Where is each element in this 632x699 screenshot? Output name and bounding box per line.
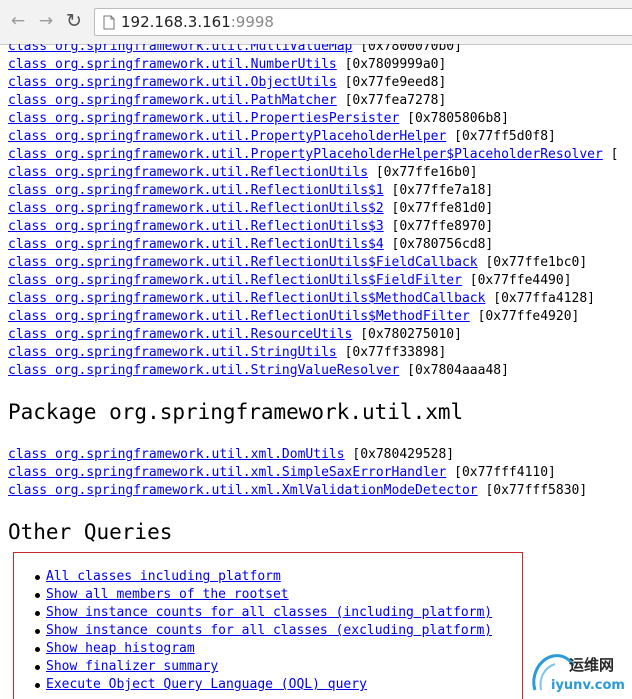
class-link[interactable]: class org.springframework.util.ObjectUti… (8, 75, 337, 90)
list-bullet (35, 665, 40, 670)
xml-class-link[interactable]: class org.springframework.util.xml.XmlVa… (8, 483, 478, 498)
watermark-line1: 运维网 (569, 656, 615, 674)
xml-class-address: [0x77fff5830] (485, 483, 588, 498)
class-row: class org.springframework.util.Reflectio… (8, 200, 493, 218)
class-address: [0x77ffe4490] (469, 273, 572, 288)
watermark-line2: iyunv.com (551, 678, 625, 693)
class-link[interactable]: class org.springframework.util.Reflectio… (8, 219, 384, 234)
class-address: [0x7804aaa48] (407, 363, 509, 378)
class-link[interactable]: class org.springframework.util.NumberUti… (8, 57, 337, 72)
class-row: class org.springframework.util.MultiValu… (8, 44, 462, 56)
class-row: class org.springframework.util.Reflectio… (8, 272, 572, 290)
back-icon[interactable]: ← (6, 9, 30, 33)
list-bullet (35, 575, 40, 580)
xml-class-address: [0x77fff4110] (454, 465, 556, 480)
class-row: class org.springframework.util.NumberUti… (8, 56, 446, 74)
class-address: [0x77fea7278] (344, 93, 447, 108)
class-link[interactable]: class org.springframework.util.PropertyP… (8, 147, 603, 162)
query-link[interactable]: Show finalizer summary (46, 658, 218, 676)
list-bullet (35, 629, 40, 634)
class-link[interactable]: class org.springframework.util.Reflectio… (8, 309, 470, 324)
class-address: [0x77fe9eed8] (344, 75, 447, 90)
watermark: 运维网 iyunv.com (527, 648, 632, 699)
class-link[interactable]: class org.springframework.util.Reflectio… (8, 273, 462, 288)
class-address: [0x780275010] (360, 327, 462, 342)
page-content: class org.springframework.util.MultiValu… (0, 44, 632, 699)
xml-class-row: class org.springframework.util.xml.DomUt… (8, 446, 454, 464)
class-row: class org.springframework.util.PathMatch… (8, 92, 446, 110)
page-icon (103, 15, 115, 30)
class-address: [ (610, 147, 619, 162)
class-link[interactable]: class org.springframework.util.Reflectio… (8, 291, 485, 306)
class-link[interactable]: class org.springframework.util.Reflectio… (8, 183, 384, 198)
query-link[interactable]: Show heap histogram (46, 640, 195, 658)
query-link[interactable]: Show instance counts for all classes (in… (46, 604, 492, 622)
class-row: class org.springframework.util.Reflectio… (8, 218, 493, 236)
list-bullet (35, 593, 40, 598)
reload-icon[interactable]: ↻ (62, 9, 86, 33)
forward-icon[interactable]: → (34, 9, 58, 33)
class-address: [0x780756cd8] (391, 237, 494, 252)
class-row: class org.springframework.util.PropertyP… (8, 128, 556, 146)
class-address: [0x77ffe7a18] (391, 183, 494, 198)
class-link[interactable]: class org.springframework.util.StringUti… (8, 345, 337, 360)
class-address: [0x7809999a0] (344, 57, 447, 72)
class-address: [0x77ffe81d0] (391, 201, 494, 216)
class-row: class org.springframework.util.Reflectio… (8, 308, 579, 326)
class-link[interactable]: class org.springframework.util.Propertie… (8, 111, 399, 126)
browser-toolbar: ← → ↻ 192.168.3.161:9998 (0, 0, 632, 45)
class-address: [0x77ff5d0f8] (454, 129, 556, 144)
url-text: 192.168.3.161:9998 (121, 13, 274, 31)
xml-class-row: class org.springframework.util.xml.Simpl… (8, 464, 556, 482)
class-link[interactable]: class org.springframework.util.PathMatch… (8, 93, 337, 108)
xml-class-row: class org.springframework.util.xml.XmlVa… (8, 482, 587, 500)
class-link[interactable]: class org.springframework.util.Reflectio… (8, 255, 478, 270)
class-row: class org.springframework.util.Propertie… (8, 110, 509, 128)
class-address: [0x77ffe8970] (391, 219, 494, 234)
list-bullet (35, 611, 40, 616)
class-row: class org.springframework.util.Reflectio… (8, 164, 478, 182)
other-queries-heading: Other Queries (8, 520, 173, 544)
class-address: [0x77ff33898] (344, 345, 447, 360)
address-bar[interactable]: 192.168.3.161:9998 (94, 8, 632, 36)
class-link[interactable]: class org.springframework.util.PropertyP… (8, 129, 446, 144)
class-address: [0x77ffe1bc0] (485, 255, 588, 270)
package-heading: Package org.springframework.util.xml (8, 400, 464, 424)
class-row: class org.springframework.util.Reflectio… (8, 254, 587, 272)
xml-class-link[interactable]: class org.springframework.util.xml.Simpl… (8, 465, 446, 480)
class-address: [0x77ffe4920] (477, 309, 580, 324)
class-row: class org.springframework.util.ResourceU… (8, 326, 462, 344)
xml-class-address: [0x780429528] (352, 447, 455, 462)
list-bullet (35, 683, 40, 688)
list-bullet (35, 647, 40, 652)
query-link[interactable]: Execute Object Query Language (OQL) quer… (46, 676, 367, 694)
class-row: class org.springframework.util.StringVal… (8, 362, 509, 380)
class-link[interactable]: class org.springframework.util.Reflectio… (8, 237, 384, 252)
class-address: [0x7800070b0] (360, 44, 462, 54)
url-port: :9998 (230, 13, 274, 31)
class-row: class org.springframework.util.Reflectio… (8, 290, 595, 308)
class-row: class org.springframework.util.ObjectUti… (8, 74, 446, 92)
class-row: class org.springframework.util.Reflectio… (8, 236, 493, 254)
xml-class-link[interactable]: class org.springframework.util.xml.DomUt… (8, 447, 345, 462)
class-address: [0x77ffe16b0] (375, 165, 478, 180)
class-row: class org.springframework.util.Reflectio… (8, 182, 493, 200)
class-link[interactable]: class org.springframework.util.Reflectio… (8, 165, 368, 180)
query-link[interactable]: Show all members of the rootset (46, 586, 289, 604)
url-host: 192.168.3.161 (121, 13, 231, 31)
class-row: class org.springframework.util.StringUti… (8, 344, 446, 362)
query-link[interactable]: All classes including platform (46, 568, 281, 586)
class-link[interactable]: class org.springframework.util.Reflectio… (8, 201, 384, 216)
class-row: class org.springframework.util.PropertyP… (8, 146, 618, 164)
class-address: [0x77ffa4128] (493, 291, 596, 306)
query-link[interactable]: Show instance counts for all classes (ex… (46, 622, 492, 640)
class-address: [0x7805806b8] (407, 111, 509, 126)
other-queries-box: All classes including platform Show all m… (13, 552, 523, 699)
class-link[interactable]: class org.springframework.util.ResourceU… (8, 327, 352, 342)
class-link[interactable]: class org.springframework.util.MultiValu… (8, 44, 352, 54)
class-link[interactable]: class org.springframework.util.StringVal… (8, 363, 399, 378)
